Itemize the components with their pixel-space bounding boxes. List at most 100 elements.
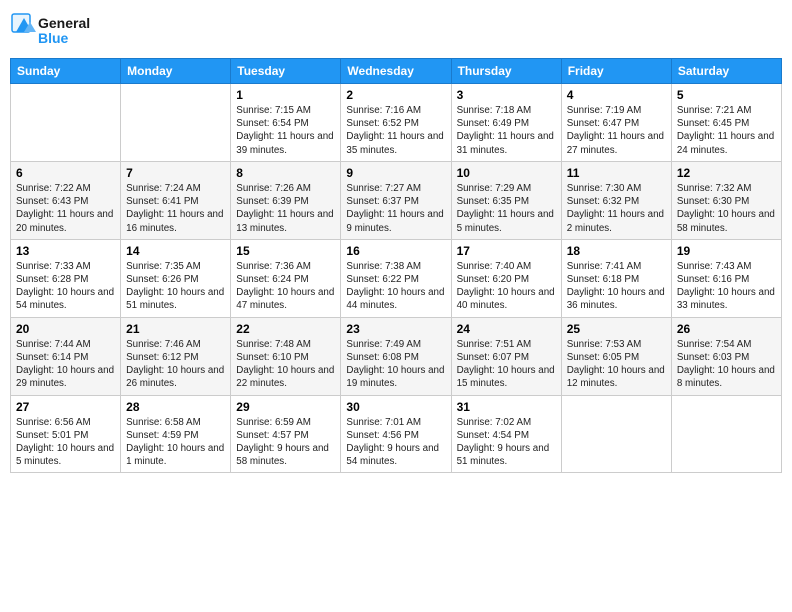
- week-row-4: 20Sunrise: 7:44 AM Sunset: 6:14 PM Dayli…: [11, 317, 782, 395]
- calendar-cell: 20Sunrise: 7:44 AM Sunset: 6:14 PM Dayli…: [11, 317, 121, 395]
- calendar-cell: 26Sunrise: 7:54 AM Sunset: 6:03 PM Dayli…: [671, 317, 781, 395]
- day-number: 25: [567, 322, 666, 336]
- calendar-cell: 19 Sunrise: 7:43 AM Sunset: 6:16 PM Dayli…: [671, 239, 781, 317]
- day-number: 10: [457, 166, 556, 180]
- calendar-cell: 22 Sunrise: 7:48 AM Sunset: 6:10 PM Dayli…: [231, 317, 341, 395]
- day-info: Sunrise: 7:01 AM Sunset: 4:56 PM Dayligh…: [346, 416, 445, 469]
- week-row-2: 6 Sunrise: 7:22 AM Sunset: 6:43 PM Daylig…: [11, 161, 782, 239]
- day-number: 12: [677, 166, 776, 180]
- calendar-table: SundayMondayTuesdayWednesdayThursdayFrid…: [10, 58, 782, 473]
- calendar-cell: 9 Sunrise: 7:27 AM Sunset: 6:37 PM Daylig…: [341, 161, 451, 239]
- day-number: 27: [16, 400, 115, 414]
- day-info: Sunrise: 7:32 AM Sunset: 6:30 PM Dayligh…: [677, 182, 776, 235]
- day-number: 7: [126, 166, 225, 180]
- day-info: Sunrise: 7:29 AM Sunset: 6:35 PM Dayligh…: [457, 182, 556, 235]
- day-number: 31: [457, 400, 556, 414]
- day-number: 18: [567, 244, 666, 258]
- header-row: SundayMondayTuesdayWednesdayThursdayFrid…: [11, 59, 782, 84]
- calendar-cell: 11 Sunrise: 7:30 AM Sunset: 6:32 PM Dayli…: [561, 161, 671, 239]
- day-number: 14: [126, 244, 225, 258]
- week-row-5: 27Sunrise: 6:56 AM Sunset: 5:01 PM Dayli…: [11, 395, 782, 473]
- header-friday: Friday: [561, 59, 671, 84]
- day-number: 21: [126, 322, 225, 336]
- day-number: 4: [567, 88, 666, 102]
- day-number: 19: [677, 244, 776, 258]
- calendar-cell: 4 Sunrise: 7:19 AM Sunset: 6:47 PM Daylig…: [561, 84, 671, 162]
- header-sunday: Sunday: [11, 59, 121, 84]
- calendar-cell: 7 Sunrise: 7:24 AM Sunset: 6:41 PM Daylig…: [121, 161, 231, 239]
- calendar-cell: 5 Sunrise: 7:21 AM Sunset: 6:45 PM Daylig…: [671, 84, 781, 162]
- logo: General Blue: [10, 10, 100, 50]
- day-number: 6: [16, 166, 115, 180]
- calendar-cell: 30 Sunrise: 7:01 AM Sunset: 4:56 PM Dayli…: [341, 395, 451, 473]
- calendar-cell: 17Sunrise: 7:40 AM Sunset: 6:20 PM Dayli…: [451, 239, 561, 317]
- day-info: Sunrise: 7:30 AM Sunset: 6:32 PM Dayligh…: [567, 182, 666, 235]
- day-info: Sunrise: 7:46 AM Sunset: 6:12 PM Dayligh…: [126, 338, 225, 391]
- day-info: Sunrise: 6:59 AM Sunset: 4:57 PM Dayligh…: [236, 416, 335, 469]
- day-info: Sunrise: 7:51 AM Sunset: 6:07 PM Dayligh…: [457, 338, 556, 391]
- calendar-cell: 24Sunrise: 7:51 AM Sunset: 6:07 PM Dayli…: [451, 317, 561, 395]
- calendar-cell: 12 Sunrise: 7:32 AM Sunset: 6:30 PM Dayli…: [671, 161, 781, 239]
- calendar-cell: [671, 395, 781, 473]
- day-info: Sunrise: 6:58 AM Sunset: 4:59 PM Dayligh…: [126, 416, 225, 469]
- calendar-cell: [121, 84, 231, 162]
- calendar-cell: 10 Sunrise: 7:29 AM Sunset: 6:35 PM Dayli…: [451, 161, 561, 239]
- day-info: Sunrise: 7:18 AM Sunset: 6:49 PM Dayligh…: [457, 104, 556, 157]
- calendar-cell: 3 Sunrise: 7:18 AM Sunset: 6:49 PM Daylig…: [451, 84, 561, 162]
- calendar-cell: 2Sunrise: 7:16 AM Sunset: 6:52 PM Daylig…: [341, 84, 451, 162]
- header-thursday: Thursday: [451, 59, 561, 84]
- day-info: Sunrise: 7:15 AM Sunset: 6:54 PM Dayligh…: [236, 104, 335, 157]
- header-wednesday: Wednesday: [341, 59, 451, 84]
- day-number: 9: [346, 166, 445, 180]
- day-info: Sunrise: 7:49 AM Sunset: 6:08 PM Dayligh…: [346, 338, 445, 391]
- day-info: Sunrise: 7:27 AM Sunset: 6:37 PM Dayligh…: [346, 182, 445, 235]
- calendar-cell: [561, 395, 671, 473]
- calendar-cell: 28 Sunrise: 6:58 AM Sunset: 4:59 PM Dayli…: [121, 395, 231, 473]
- day-number: 16: [346, 244, 445, 258]
- calendar-cell: 23 Sunrise: 7:49 AM Sunset: 6:08 PM Dayli…: [341, 317, 451, 395]
- calendar-cell: 15 Sunrise: 7:36 AM Sunset: 6:24 PM Dayli…: [231, 239, 341, 317]
- day-number: 13: [16, 244, 115, 258]
- week-row-1: 1 Sunrise: 7:15 AM Sunset: 6:54 PM Daylig…: [11, 84, 782, 162]
- day-number: 29: [236, 400, 335, 414]
- day-info: Sunrise: 7:19 AM Sunset: 6:47 PM Dayligh…: [567, 104, 666, 157]
- day-number: 8: [236, 166, 335, 180]
- day-info: Sunrise: 7:43 AM Sunset: 6:16 PM Dayligh…: [677, 260, 776, 313]
- header-saturday: Saturday: [671, 59, 781, 84]
- calendar-cell: 13 Sunrise: 7:33 AM Sunset: 6:28 PM Dayli…: [11, 239, 121, 317]
- day-info: Sunrise: 7:35 AM Sunset: 6:26 PM Dayligh…: [126, 260, 225, 313]
- day-number: 23: [346, 322, 445, 336]
- day-info: Sunrise: 7:33 AM Sunset: 6:28 PM Dayligh…: [16, 260, 115, 313]
- day-info: Sunrise: 7:22 AM Sunset: 6:43 PM Dayligh…: [16, 182, 115, 235]
- day-info: Sunrise: 7:24 AM Sunset: 6:41 PM Dayligh…: [126, 182, 225, 235]
- day-number: 15: [236, 244, 335, 258]
- week-row-3: 13 Sunrise: 7:33 AM Sunset: 6:28 PM Dayli…: [11, 239, 782, 317]
- page-header: General Blue: [10, 10, 782, 50]
- day-info: Sunrise: 7:44 AM Sunset: 6:14 PM Dayligh…: [16, 338, 115, 391]
- calendar-cell: 27Sunrise: 6:56 AM Sunset: 5:01 PM Dayli…: [11, 395, 121, 473]
- day-info: Sunrise: 7:26 AM Sunset: 6:39 PM Dayligh…: [236, 182, 335, 235]
- calendar-cell: 14 Sunrise: 7:35 AM Sunset: 6:26 PM Dayli…: [121, 239, 231, 317]
- day-info: Sunrise: 7:54 AM Sunset: 6:03 PM Dayligh…: [677, 338, 776, 391]
- day-info: Sunrise: 7:40 AM Sunset: 6:20 PM Dayligh…: [457, 260, 556, 313]
- day-number: 30: [346, 400, 445, 414]
- day-info: Sunrise: 7:21 AM Sunset: 6:45 PM Dayligh…: [677, 104, 776, 157]
- calendar-cell: 21 Sunrise: 7:46 AM Sunset: 6:12 PM Dayli…: [121, 317, 231, 395]
- day-info: Sunrise: 7:48 AM Sunset: 6:10 PM Dayligh…: [236, 338, 335, 391]
- header-monday: Monday: [121, 59, 231, 84]
- day-info: Sunrise: 7:53 AM Sunset: 6:05 PM Dayligh…: [567, 338, 666, 391]
- day-number: 5: [677, 88, 776, 102]
- day-number: 28: [126, 400, 225, 414]
- svg-text:General: General: [38, 15, 90, 31]
- day-number: 11: [567, 166, 666, 180]
- logo-svg: General Blue: [10, 10, 100, 50]
- day-number: 22: [236, 322, 335, 336]
- day-info: Sunrise: 7:38 AM Sunset: 6:22 PM Dayligh…: [346, 260, 445, 313]
- day-number: 3: [457, 88, 556, 102]
- day-number: 1: [236, 88, 335, 102]
- calendar-cell: [11, 84, 121, 162]
- day-info: Sunrise: 7:36 AM Sunset: 6:24 PM Dayligh…: [236, 260, 335, 313]
- day-info: Sunrise: 7:41 AM Sunset: 6:18 PM Dayligh…: [567, 260, 666, 313]
- calendar-cell: 8 Sunrise: 7:26 AM Sunset: 6:39 PM Daylig…: [231, 161, 341, 239]
- calendar-cell: 25 Sunrise: 7:53 AM Sunset: 6:05 PM Dayli…: [561, 317, 671, 395]
